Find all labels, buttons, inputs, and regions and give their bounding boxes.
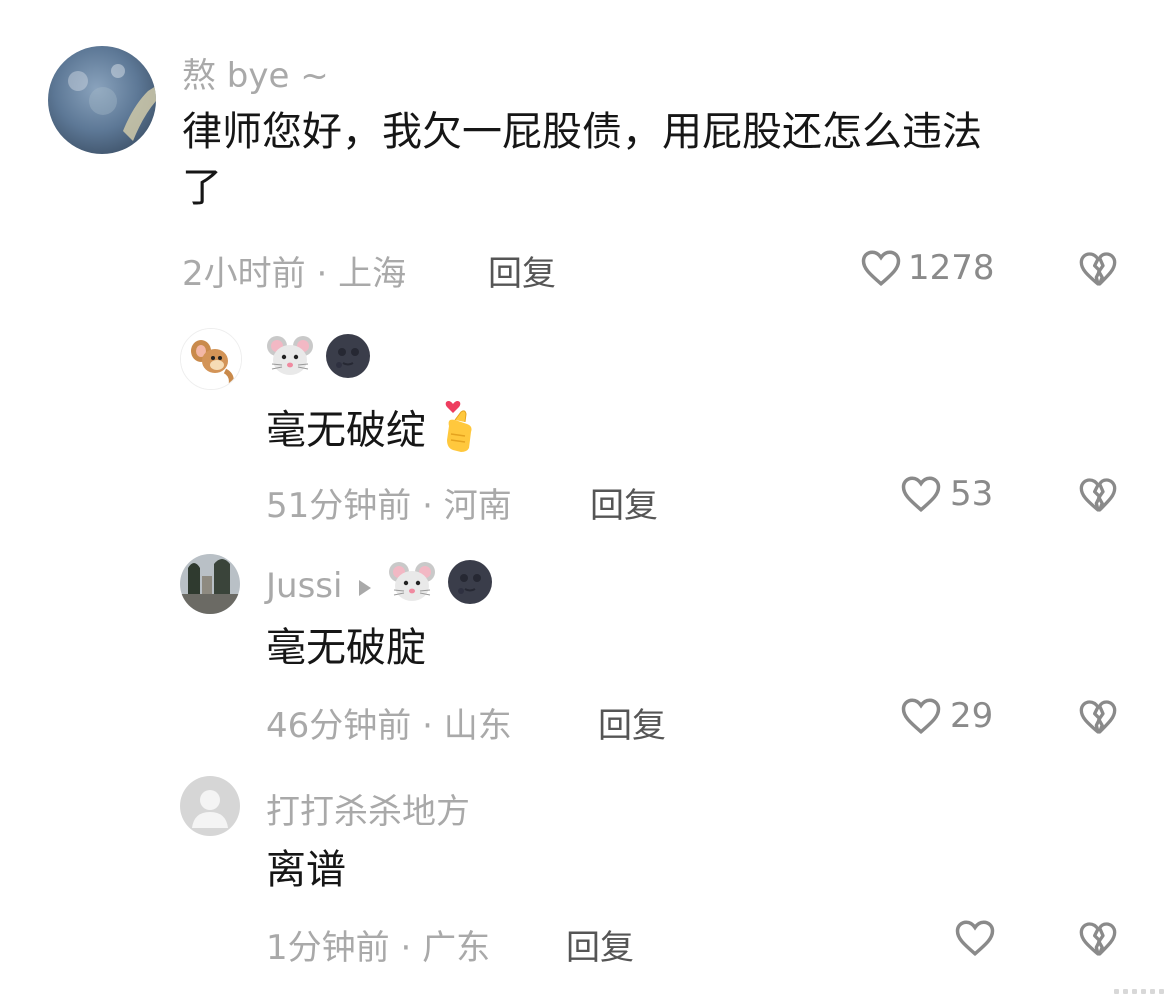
like-button[interactable]: 1278 — [860, 248, 995, 288]
new-moon-face-icon — [446, 558, 494, 615]
dislike-button[interactable] — [1078, 698, 1118, 736]
comment-text: 毫无破绽 — [266, 396, 485, 469]
comment-username[interactable]: 打打杀杀地方 — [266, 782, 470, 834]
heart-hands-icon — [439, 396, 485, 469]
comment-item: 熬 bye ~ 律师您好，我欠一屁股债，用屁股还怎么违法 了 2小时前 · 上海… — [0, 0, 1170, 300]
comment-text-line: 离谱 — [266, 847, 346, 893]
reply-button[interactable]: 回复 — [488, 246, 556, 295]
comment-username[interactable]: 熬 bye ~ — [182, 50, 329, 96]
watermark-dot — [1141, 989, 1146, 994]
broken-heart-icon — [1079, 478, 1117, 512]
comment-username[interactable] — [266, 332, 372, 389]
watermark-dot — [1132, 989, 1137, 994]
username-text: 打打杀杀地方 — [266, 791, 470, 832]
comment-time: 46分钟前 — [266, 706, 412, 746]
comment-item: 打打杀杀地方 离谱 1分钟前 · 广东 回复 — [0, 760, 1170, 1000]
comment-text-line: 毫无破绽 — [266, 407, 426, 454]
street-photo-avatar-icon — [180, 554, 240, 614]
user-avatar[interactable] — [180, 328, 242, 390]
reply-button[interactable]: 回复 — [566, 920, 634, 969]
mouse-face-icon — [388, 558, 436, 615]
watermark-dot — [1159, 989, 1164, 994]
comment-text: 毫无破腚 — [266, 620, 426, 676]
username-text: Jussi — [266, 566, 343, 606]
comment-meta: 2小时前 · 上海 — [182, 246, 406, 295]
new-moon-face-icon — [324, 332, 372, 389]
like-count: 29 — [950, 696, 994, 736]
heart-outline-icon — [861, 250, 901, 287]
like-button[interactable] — [954, 918, 996, 958]
meta-separator: · — [400, 928, 423, 968]
comment-time: 2小时前 — [182, 254, 306, 294]
reply-button[interactable]: 回复 — [590, 478, 658, 527]
user-avatar[interactable] — [48, 46, 156, 154]
broken-heart-icon — [1079, 700, 1117, 734]
dislike-button[interactable] — [1078, 250, 1118, 288]
watermark-dot — [1150, 989, 1155, 994]
heart-outline-icon — [901, 698, 941, 735]
broken-heart-icon — [1079, 252, 1117, 286]
dislike-button[interactable] — [1078, 476, 1118, 514]
earth-photo-avatar-icon — [48, 46, 156, 154]
comment-meta: 51分钟前 · 河南 — [266, 478, 512, 527]
comment-text: 离谱 — [266, 842, 346, 898]
meta-separator: · — [422, 486, 444, 526]
user-avatar[interactable] — [180, 776, 240, 836]
reply-button[interactable]: 回复 — [598, 698, 666, 747]
watermark-dot — [1114, 989, 1119, 994]
mouse-face-icon — [266, 332, 314, 389]
heart-outline-icon — [955, 920, 995, 957]
comment-location: 广东 — [422, 928, 491, 968]
user-avatar[interactable] — [180, 554, 240, 614]
comment-username[interactable]: Jussi — [266, 558, 494, 615]
comment-text: 律师您好，我欠一屁股债，用屁股还怎么违法 了 — [182, 104, 1122, 216]
default-user-avatar-icon — [180, 776, 240, 836]
like-button[interactable]: 53 — [900, 474, 993, 514]
comment-time: 51分钟前 — [266, 486, 412, 526]
like-count: 53 — [950, 474, 994, 514]
comment-text-line: 律师您好，我欠一屁股债，用屁股还怎么违法 — [182, 109, 982, 155]
comment-text-line: 毫无破腚 — [266, 625, 426, 671]
heart-outline-icon — [901, 476, 941, 513]
username-text: 熬 bye ~ — [182, 55, 329, 96]
comment-time: 1分钟前 — [266, 928, 390, 968]
comment-location: 河南 — [443, 486, 512, 526]
dislike-button[interactable] — [1078, 920, 1118, 958]
comment-item: 毫无破绽 51分钟前 · 河南 回复 53 — [0, 300, 1170, 530]
like-button[interactable]: 29 — [900, 696, 993, 736]
like-count: 1278 — [908, 248, 995, 288]
cartoon-mouse-avatar-icon — [181, 329, 241, 389]
comment-location: 上海 — [338, 254, 407, 294]
play-arrow-icon — [358, 566, 372, 606]
comment-meta: 1分钟前 · 广东 — [266, 920, 490, 969]
meta-separator: · — [422, 706, 444, 746]
watermark-dots — [1114, 989, 1164, 994]
comment-item: Jussi 毫无破腚 46分钟前 · 山东 回复 29 — [0, 530, 1170, 760]
comment-location: 山东 — [443, 706, 512, 746]
comment-meta: 46分钟前 · 山东 — [266, 698, 512, 747]
comment-text-line: 了 — [182, 165, 222, 211]
watermark-dot — [1123, 989, 1128, 994]
meta-separator: · — [316, 254, 339, 294]
broken-heart-icon — [1079, 922, 1117, 956]
